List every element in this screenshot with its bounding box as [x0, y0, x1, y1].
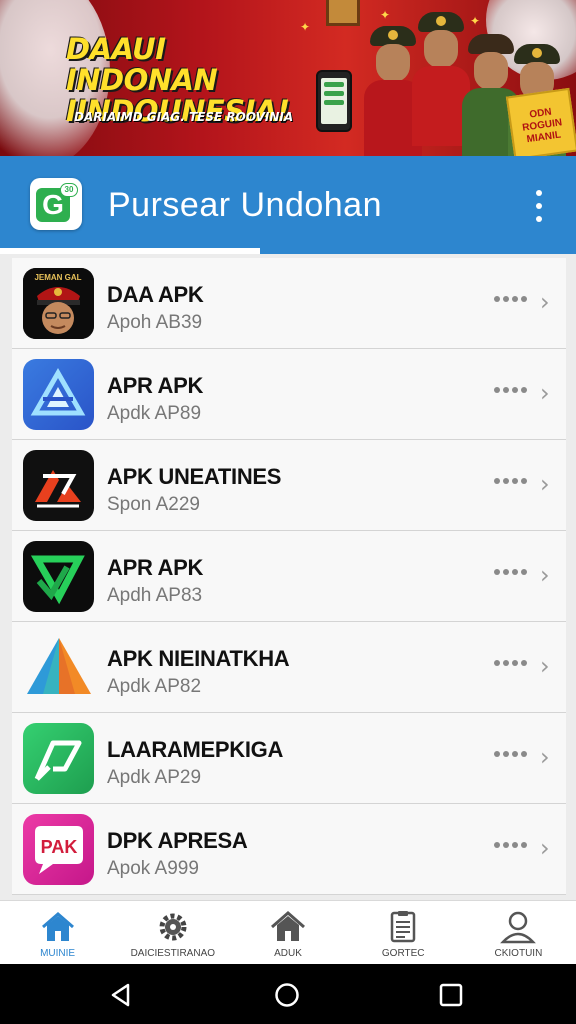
banner-subtitle: DARIAIMD GIAG. TESE ROOVINIA: [74, 110, 294, 124]
nav-item-settings[interactable]: DAICIESTIRANAO: [115, 901, 230, 964]
app-name: DPK APRESA: [107, 828, 248, 853]
more-horiz-icon[interactable]: [494, 296, 527, 302]
page-title: Pursear Undohan: [108, 186, 383, 224]
chevron-right-icon[interactable]: ›: [540, 561, 550, 589]
app-subtitle: Apdk AP29: [107, 767, 202, 788]
app-subtitle: Apdh AP83: [107, 585, 203, 606]
chevron-right-icon[interactable]: ›: [540, 470, 550, 498]
lantern-icon: [326, 0, 360, 26]
app-subtitle: Apoh AB39: [107, 312, 203, 333]
app-name: APR APK: [107, 555, 204, 580]
list-item[interactable]: APR APK Apdk AP89 ›: [12, 349, 566, 440]
more-horiz-icon[interactable]: [494, 569, 527, 575]
list-item[interactable]: APK NIEINATKHA Apdk AP82 ›: [12, 622, 566, 713]
app-name: LAARAMEPKIGA: [107, 737, 284, 762]
app-subtitle: Apok A999: [107, 858, 199, 879]
banner-sign: ODN ROGUIN MIANIL: [505, 87, 576, 156]
more-horiz-icon[interactable]: [494, 387, 527, 393]
icon-label: PAK: [41, 837, 78, 857]
user-icon: [500, 911, 537, 944]
chat-bubble-app-icon: PAK: [23, 814, 94, 885]
list-item[interactable]: PAK DPK APRESA Apok A999 ›: [12, 804, 566, 895]
app-subtitle: Apdk AP82: [107, 676, 202, 697]
icon-label: JEMAN GAL: [34, 273, 81, 282]
sparkle-icon: ✦: [470, 14, 481, 28]
nav-label: DAICIESTIRANAO: [130, 948, 216, 959]
nav-label: CKIOTUIN: [494, 948, 543, 959]
nav-item-home[interactable]: MUINIE: [0, 901, 115, 964]
app-name: APK UNEATINES: [107, 464, 282, 489]
more-vert-icon[interactable]: [526, 186, 552, 226]
nav-item-house[interactable]: ADUK: [230, 901, 345, 964]
nav-label: ADUK: [274, 948, 302, 959]
phone-illustration: [316, 70, 352, 132]
sparkle-icon: ✦: [380, 8, 391, 22]
bottom-navigation: MUINIE DAICIESTIRANAO ADUK GORTEC CKIOTU…: [0, 900, 576, 964]
app-list: JEMAN GAL DAA APK Apoh AB39 › APR APK Ap…: [12, 258, 566, 900]
logo-badge: 30: [60, 183, 78, 197]
home-circle-icon[interactable]: [274, 982, 300, 1008]
list-item[interactable]: LAARAMEPKIGA Apdk AP29 ›: [12, 713, 566, 804]
chevron-right-icon[interactable]: ›: [540, 743, 550, 771]
promo-banner[interactable]: ✦ ✦ ✦ DAAUI INDONAN IINDOUNESIA! DARIAIM…: [0, 0, 576, 156]
chevron-right-icon[interactable]: ›: [540, 379, 550, 407]
recents-icon[interactable]: [438, 982, 464, 1008]
app-name: APR APK: [107, 373, 204, 398]
more-horiz-icon[interactable]: [494, 842, 527, 848]
list-item[interactable]: JEMAN GAL DAA APK Apoh AB39 ›: [12, 258, 566, 349]
app-subtitle: Spon A229: [107, 494, 200, 515]
document-icon: [390, 911, 416, 943]
green-triangle-app-icon: [23, 541, 94, 612]
house-icon: [271, 911, 305, 941]
green-chart-app-icon: [23, 723, 94, 794]
officer-app-icon: JEMAN GAL: [23, 268, 94, 339]
home-icon: [41, 912, 74, 941]
app-name: APK NIEINATKHA: [107, 646, 290, 671]
more-horiz-icon[interactable]: [494, 660, 527, 666]
tab-indicator: [0, 248, 260, 254]
gear-icon: [159, 913, 187, 941]
list-item[interactable]: APR APK Apdh AP83 ›: [12, 531, 566, 622]
list-item[interactable]: APK UNEATINES Spon A229 ›: [12, 440, 566, 531]
triangle-app-icon: [23, 359, 94, 430]
chevron-right-icon[interactable]: ›: [540, 834, 550, 862]
pyramid-app-icon: [23, 632, 94, 703]
system-navigation-bar: [0, 964, 576, 1024]
nav-item-profile[interactable]: CKIOTUIN: [461, 901, 576, 964]
red-triangle-app-icon: [23, 450, 94, 521]
app-logo-icon[interactable]: G 30: [30, 178, 82, 230]
more-horiz-icon[interactable]: [494, 751, 527, 757]
nav-label: MUINIE: [40, 948, 76, 959]
banner-title-line1: DAAUI INDONAN: [66, 32, 218, 97]
app-subtitle: Apdk AP89: [107, 403, 202, 424]
back-icon[interactable]: [108, 982, 134, 1008]
more-horiz-icon[interactable]: [494, 478, 527, 484]
nav-label: GORTEC: [381, 948, 425, 959]
app-bar: G 30 Pursear Undohan: [0, 156, 576, 254]
chevron-right-icon[interactable]: ›: [540, 652, 550, 680]
nav-item-document[interactable]: GORTEC: [346, 901, 461, 964]
sparkle-icon: ✦: [300, 20, 311, 34]
app-name: DAA APK: [107, 282, 204, 307]
chevron-right-icon[interactable]: ›: [540, 288, 550, 316]
